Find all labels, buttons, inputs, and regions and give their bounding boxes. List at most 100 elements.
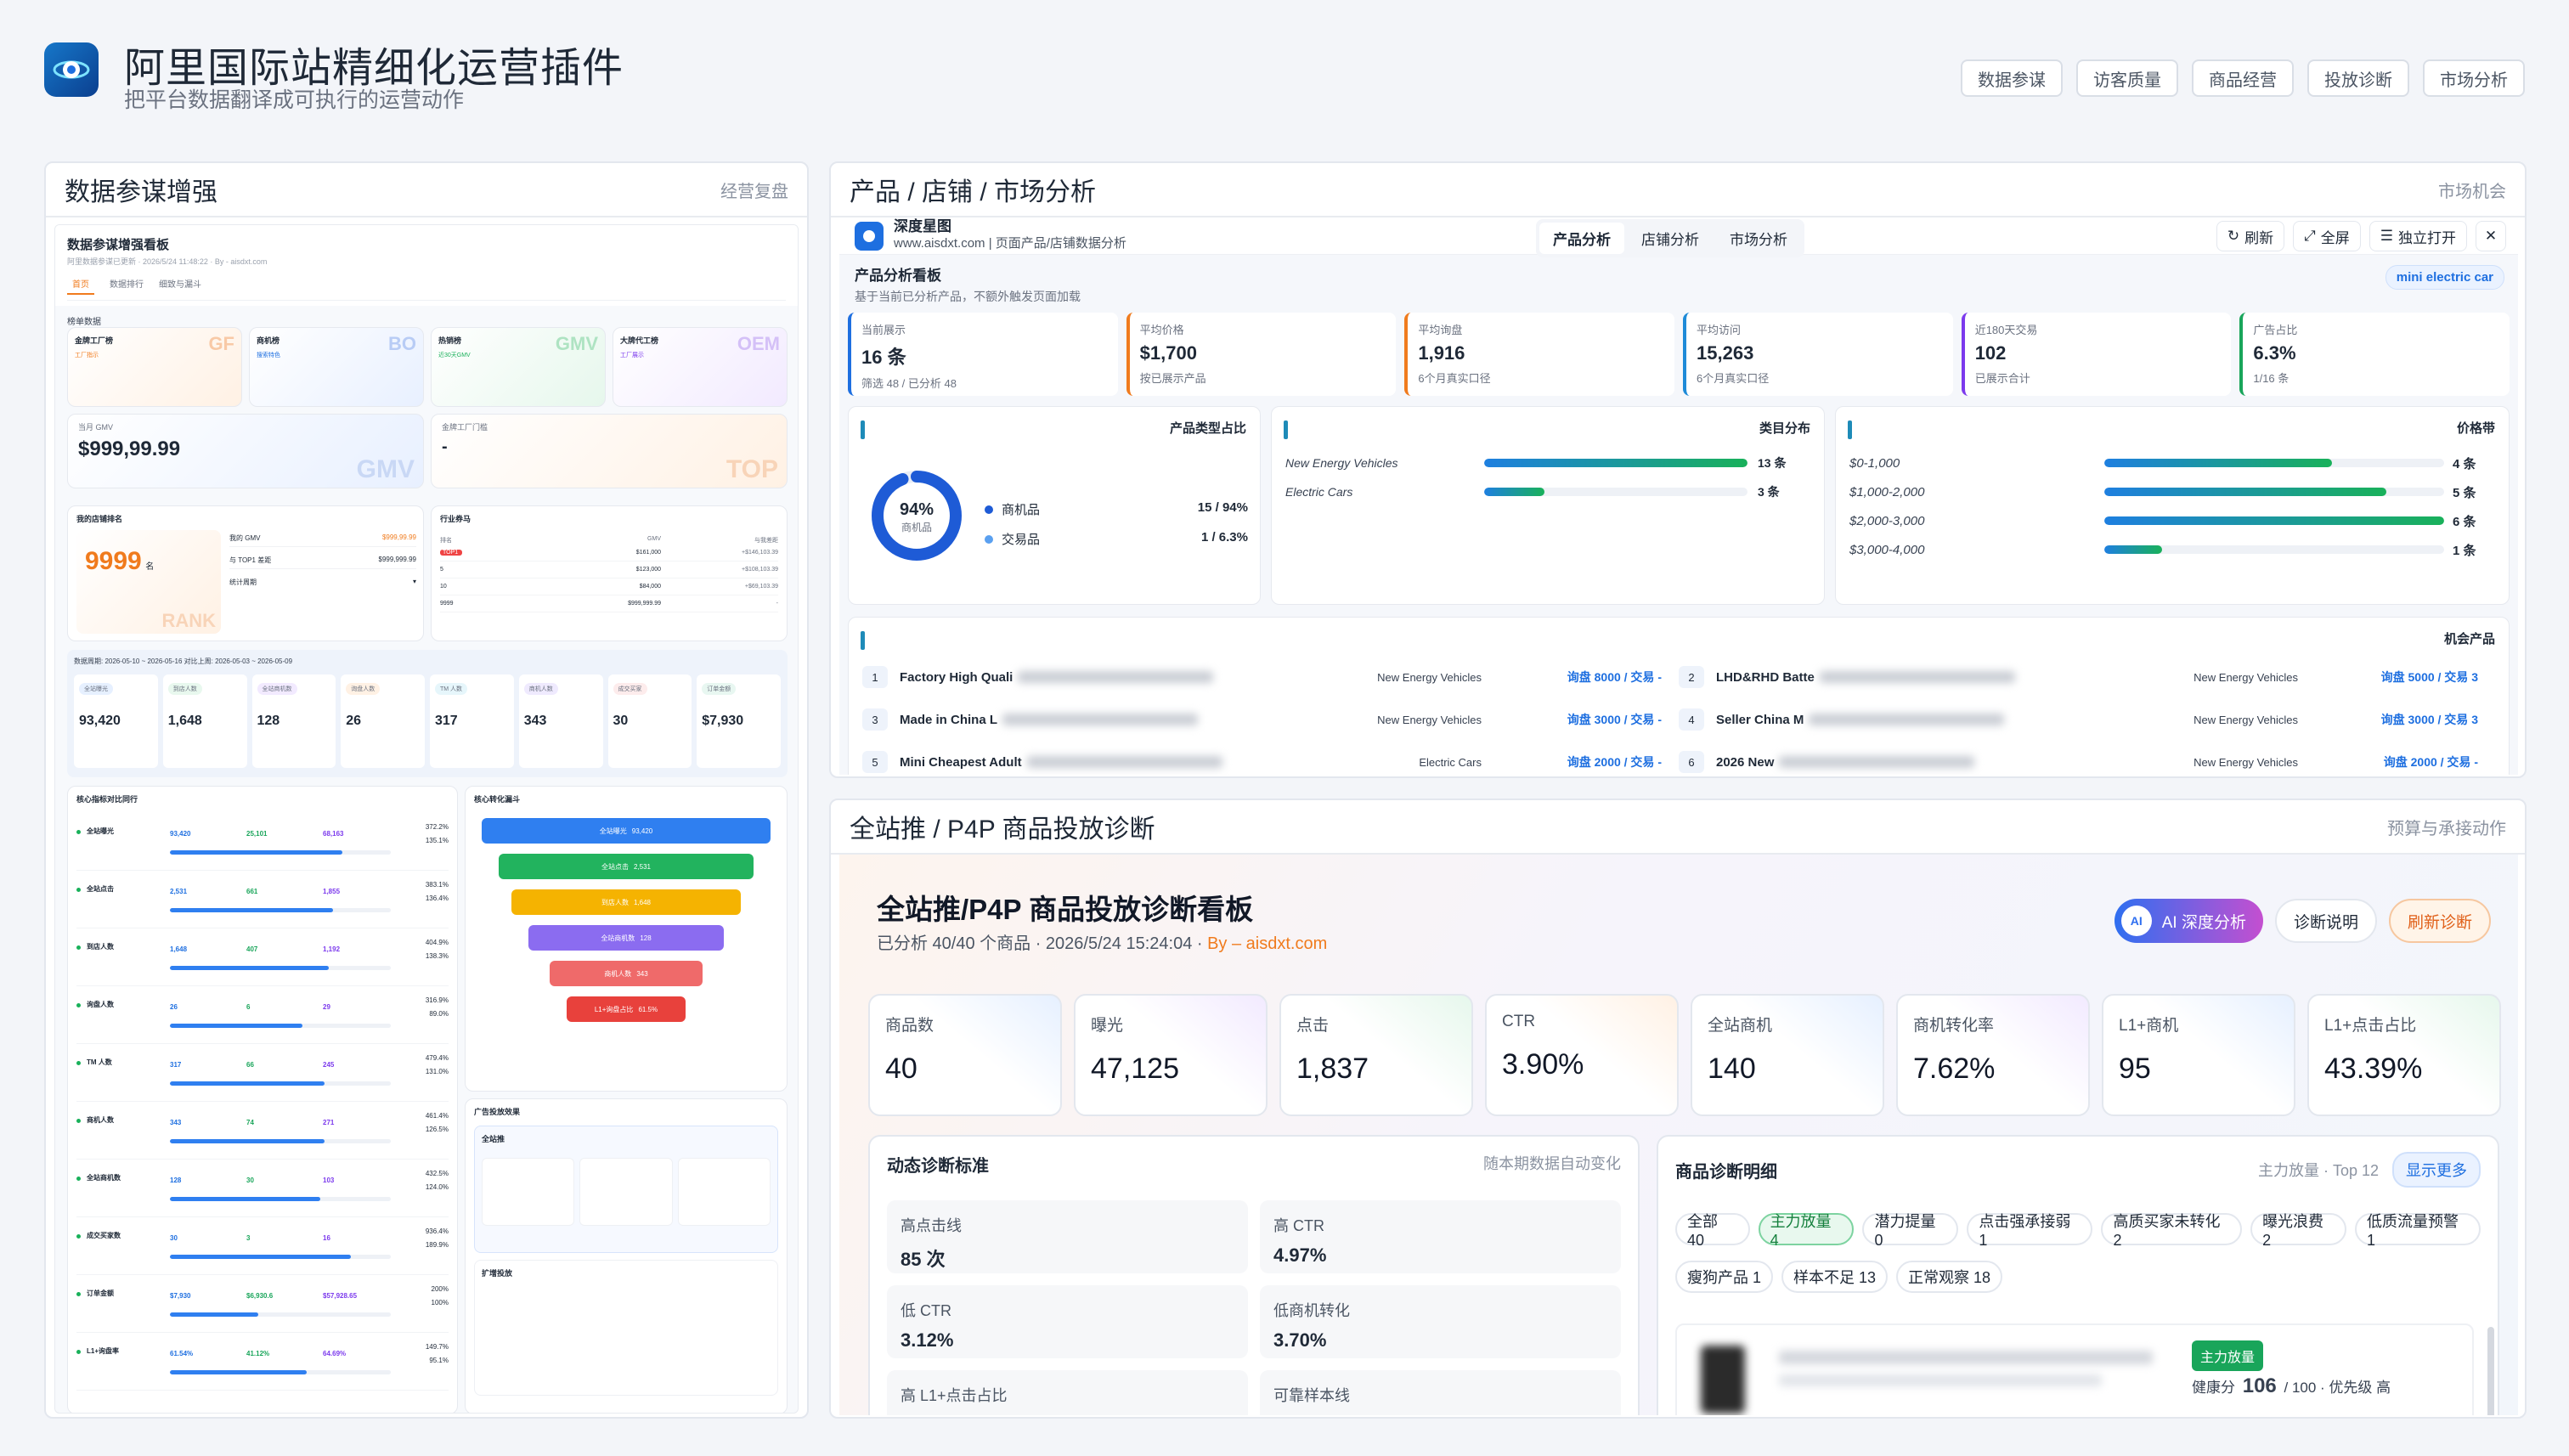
compare-row: 全站点击 2,531 661 1,855 383.1% 136.4%: [76, 871, 449, 928]
compare-bar-fill: [170, 1081, 325, 1086]
opportunity-row[interactable]: 1 Factory High Quali New Energy Vehicles 询盘…: [862, 656, 1679, 698]
product-name: [1779, 1351, 2153, 1364]
panel-header: 数据参谋增强 经营复盘: [46, 163, 807, 217]
fullscreen-button[interactable]: ⤢ 全屏: [2293, 221, 2361, 251]
price-bar-fill: [2104, 488, 2386, 496]
nav-button-market[interactable]: 市场分析: [2423, 59, 2525, 97]
compare-card: 核心指标对比同行 全站曝光 93,420 25,101 68,163 372.2% 135…: [67, 786, 458, 1413]
donut-value: 94%: [899, 500, 934, 519]
industry-row: 5 $123,000 +$108,103.39: [440, 562, 778, 578]
opportunity-row[interactable]: 4 Seller China M New Energy Vehicles 询盘 300…: [1679, 698, 2495, 741]
opportunity-row[interactable]: 5 Mini Cheapest Adult Electric Cars 询盘 2000…: [862, 741, 1679, 775]
bullet-dot: [76, 888, 81, 892]
product-row[interactable]: 主力放量 健康分 106 / 100 · 优先级 高: [1675, 1323, 2474, 1415]
rank-value: 9999: [85, 547, 142, 575]
refresh-diagnosis-button[interactable]: 刷新诊断: [2388, 899, 2491, 943]
price-bar: [2104, 516, 2444, 525]
compare-bar-fill: [170, 850, 342, 855]
filter-chip[interactable]: 高质买家未转化 2: [2101, 1213, 2243, 1249]
p4p-kpi-card: 商机转化率 7.62%: [1896, 994, 2090, 1116]
mini-kpi-card: 商机人数 343: [518, 674, 603, 768]
legend-row: 商机品 15 / 94%: [985, 500, 1248, 518]
p4p-board-title: 全站推/P4P 商品投放诊断看板: [877, 894, 1254, 925]
badge-watermark: GMV: [555, 333, 598, 354]
filter-chip[interactable]: 潜力提量 0: [1862, 1213, 1959, 1249]
compare-row: 商机人数 343 74 271 461.4% 126.5%: [76, 1102, 449, 1160]
mini-kpi-card: 全站曝光 93,420: [74, 674, 158, 768]
factory-watermark: TOP: [726, 455, 778, 483]
panel-title: 产品 / 店铺 / 市场分析: [850, 178, 1097, 206]
data-panel: 数据参谋增强 经营复盘 数据参谋增强看板 阿里数据参谋已更新 · 2026/5/…: [44, 161, 809, 1419]
badge-card-gmv[interactable]: 热销榜 近30天GMV GMV: [431, 327, 606, 407]
bullet-dot: [76, 1350, 81, 1354]
filter-chip[interactable]: 正常观察 18: [1896, 1261, 2003, 1293]
analysis-board-title: 产品分析看板: [855, 268, 941, 284]
show-more-button[interactable]: 显示更多: [2392, 1152, 2481, 1188]
open-window-button[interactable]: ☰ 独立打开: [2369, 221, 2467, 251]
tab-ranking[interactable]: 数据排行: [110, 277, 144, 295]
legend-dot: [985, 535, 993, 544]
tab-home[interactable]: 首页: [67, 277, 94, 295]
ads-group-title: 全站推: [482, 1135, 505, 1143]
bullet-dot: [76, 1292, 81, 1296]
tab-funnel[interactable]: 细致与漏斗: [159, 277, 201, 295]
filter-chip[interactable]: 点击强承接弱 1: [1967, 1213, 2093, 1249]
industry-row: 10 $84,000 +$69,103.39: [440, 578, 778, 595]
health-score: 健康分 106 / 100 · 优先级 高: [2192, 1374, 2391, 1397]
badge-card-bo[interactable]: 商机榜 搜索特色 BO: [249, 327, 424, 407]
compare-row: 订单金额 $7,930 $6,930.6 $57,928.65 200% 100%: [76, 1275, 449, 1333]
price-band-row: $2,000-3,000 6 条: [1849, 513, 2476, 529]
tab-store[interactable]: 店铺分析: [1628, 223, 1713, 254]
donut-label: 商机品: [901, 522, 932, 533]
p4p-kpi-card: 点击 1,837: [1279, 994, 1473, 1116]
filter-chip[interactable]: 样本不足 13: [1781, 1261, 1889, 1293]
nav-button-data[interactable]: 数据参谋: [1961, 59, 2063, 97]
tab-market[interactable]: 市场分析: [1716, 223, 1801, 254]
market-kpi-card: 当前展示 16 条筛选 48 / 已分析 48: [848, 313, 1118, 396]
scrollbar[interactable]: [2487, 1327, 2494, 1415]
category-row: New Energy Vehicles 13 条: [1285, 456, 1787, 470]
filter-chip[interactable]: 低质流量预警 1: [2354, 1213, 2481, 1249]
ai-analysis-button[interactable]: AI AI 深度分析: [2114, 899, 2263, 943]
opportunity-row[interactable]: 2 LHD&RHD Batte New Energy Vehicles 询盘 5000…: [1679, 656, 2495, 698]
keyword-badge[interactable]: mini electric car: [2385, 265, 2504, 290]
gmv-watermark: GMV: [356, 455, 415, 483]
funnel-step: 全站曝光 93,420: [482, 818, 771, 844]
filter-chip[interactable]: 主力放量 4: [1758, 1213, 1855, 1249]
nav-button-ads[interactable]: 投放诊断: [2307, 59, 2409, 97]
ads-title: 广告投放效果: [474, 1108, 521, 1116]
nav-button-product[interactable]: 商品经营: [2192, 59, 2294, 97]
filter-chip[interactable]: 曝光浪费 2: [2250, 1213, 2346, 1249]
planet-icon: [863, 229, 875, 242]
badge-card-oem[interactable]: 大牌代工榜 工厂展示 OEM: [613, 327, 788, 407]
compare-row: L1+询盘率 61.54% 41.12% 64.69% 149.7% 95.1%: [76, 1333, 449, 1391]
compare-row: 全站曝光 93,420 25,101 68,163 372.2% 135.1%: [76, 813, 449, 871]
compare-bar: [170, 1024, 391, 1028]
p4p-kpi-card: 全站商机 140: [1691, 994, 1884, 1116]
rank-row: 与 TOP1 差距 $999,999.99: [229, 547, 416, 569]
nav-button-visitor[interactable]: 访客质量: [2076, 59, 2178, 97]
market-kpi-card: 广告占比 6.3% 1/16 条: [2239, 313, 2510, 396]
funnel-step: 全站点击 2,531: [499, 854, 754, 879]
opportunity-card: 机会产品 1 Factory High Quali New Energy Vehic…: [848, 617, 2510, 775]
tab-product[interactable]: 产品分析: [1539, 223, 1624, 254]
filter-chip[interactable]: 全部 40: [1675, 1213, 1750, 1249]
opportunity-row[interactable]: 3 Made in China L New Energy Vehicles 询盘 30…: [862, 698, 1679, 741]
standard-item: 低商机转化 3.70%: [1260, 1285, 1621, 1358]
refresh-button[interactable]: ↻ 刷新: [2216, 221, 2285, 251]
legend-dot: [985, 505, 993, 514]
help-button[interactable]: 诊断说明: [2274, 899, 2377, 943]
opportunity-row[interactable]: 6 2026 New New Energy Vehicles 询盘 2000 / 交易…: [1679, 741, 2495, 775]
market-kpi-card: 平均访问 15,263 6个月真实口径: [1683, 313, 1953, 396]
category-card: 类目分布 New Energy Vehicles 13 条 Electric Car…: [1271, 406, 1825, 605]
filter-chip[interactable]: 瘦狗产品 1: [1675, 1261, 1774, 1293]
badge-card-gf[interactable]: 金牌工厂榜 工厂指示 GF: [67, 327, 242, 407]
rank-row[interactable]: 统计周期 ▾: [229, 569, 416, 590]
blurred-text: [1809, 714, 2005, 725]
bullet-dot: [76, 945, 81, 950]
close-button[interactable]: ✕: [2476, 221, 2506, 251]
analysis-board-subtitle: 基于当前已分析产品，不额外触发页面加载: [855, 290, 1081, 303]
planet-icon: [53, 60, 90, 79]
p4p-kpi-card: 商品数 40: [868, 994, 1062, 1116]
compare-row: 全站商机数 128 30 103 432.5% 124.0%: [76, 1160, 449, 1217]
